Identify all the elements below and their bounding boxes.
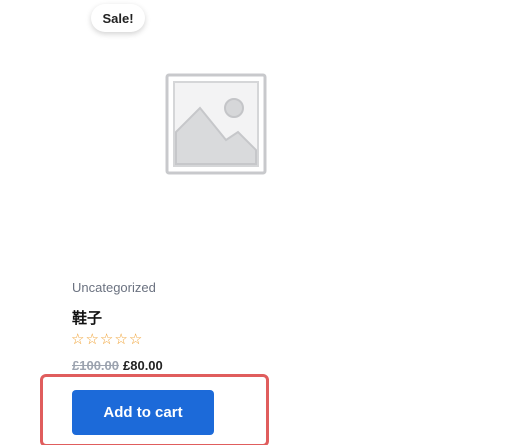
image-placeholder-icon[interactable] [164, 72, 268, 176]
product-category[interactable]: Uncategorized [72, 280, 156, 295]
star-rating: ☆ ☆ ☆ ☆ ☆ [71, 331, 142, 349]
product-price: £100.00 £80.00 [72, 358, 163, 373]
star-outline-icon: ☆ [71, 331, 85, 348]
add-to-cart-button[interactable]: Add to cart [72, 390, 214, 435]
product-title[interactable]: 鞋子 [72, 307, 102, 328]
sale-price: £80.00 [123, 358, 163, 373]
star-outline-icon: ☆ [85, 331, 99, 348]
sale-badge: Sale! [91, 4, 145, 32]
product-card: Sale! Uncategorized 鞋子 ☆ ☆ ☆ ☆ ☆ £100.00… [0, 0, 529, 445]
star-outline-icon: ☆ [128, 331, 143, 348]
star-outline-icon: ☆ [114, 331, 128, 348]
regular-price: £100.00 [72, 358, 119, 373]
star-outline-icon: ☆ [99, 331, 114, 348]
